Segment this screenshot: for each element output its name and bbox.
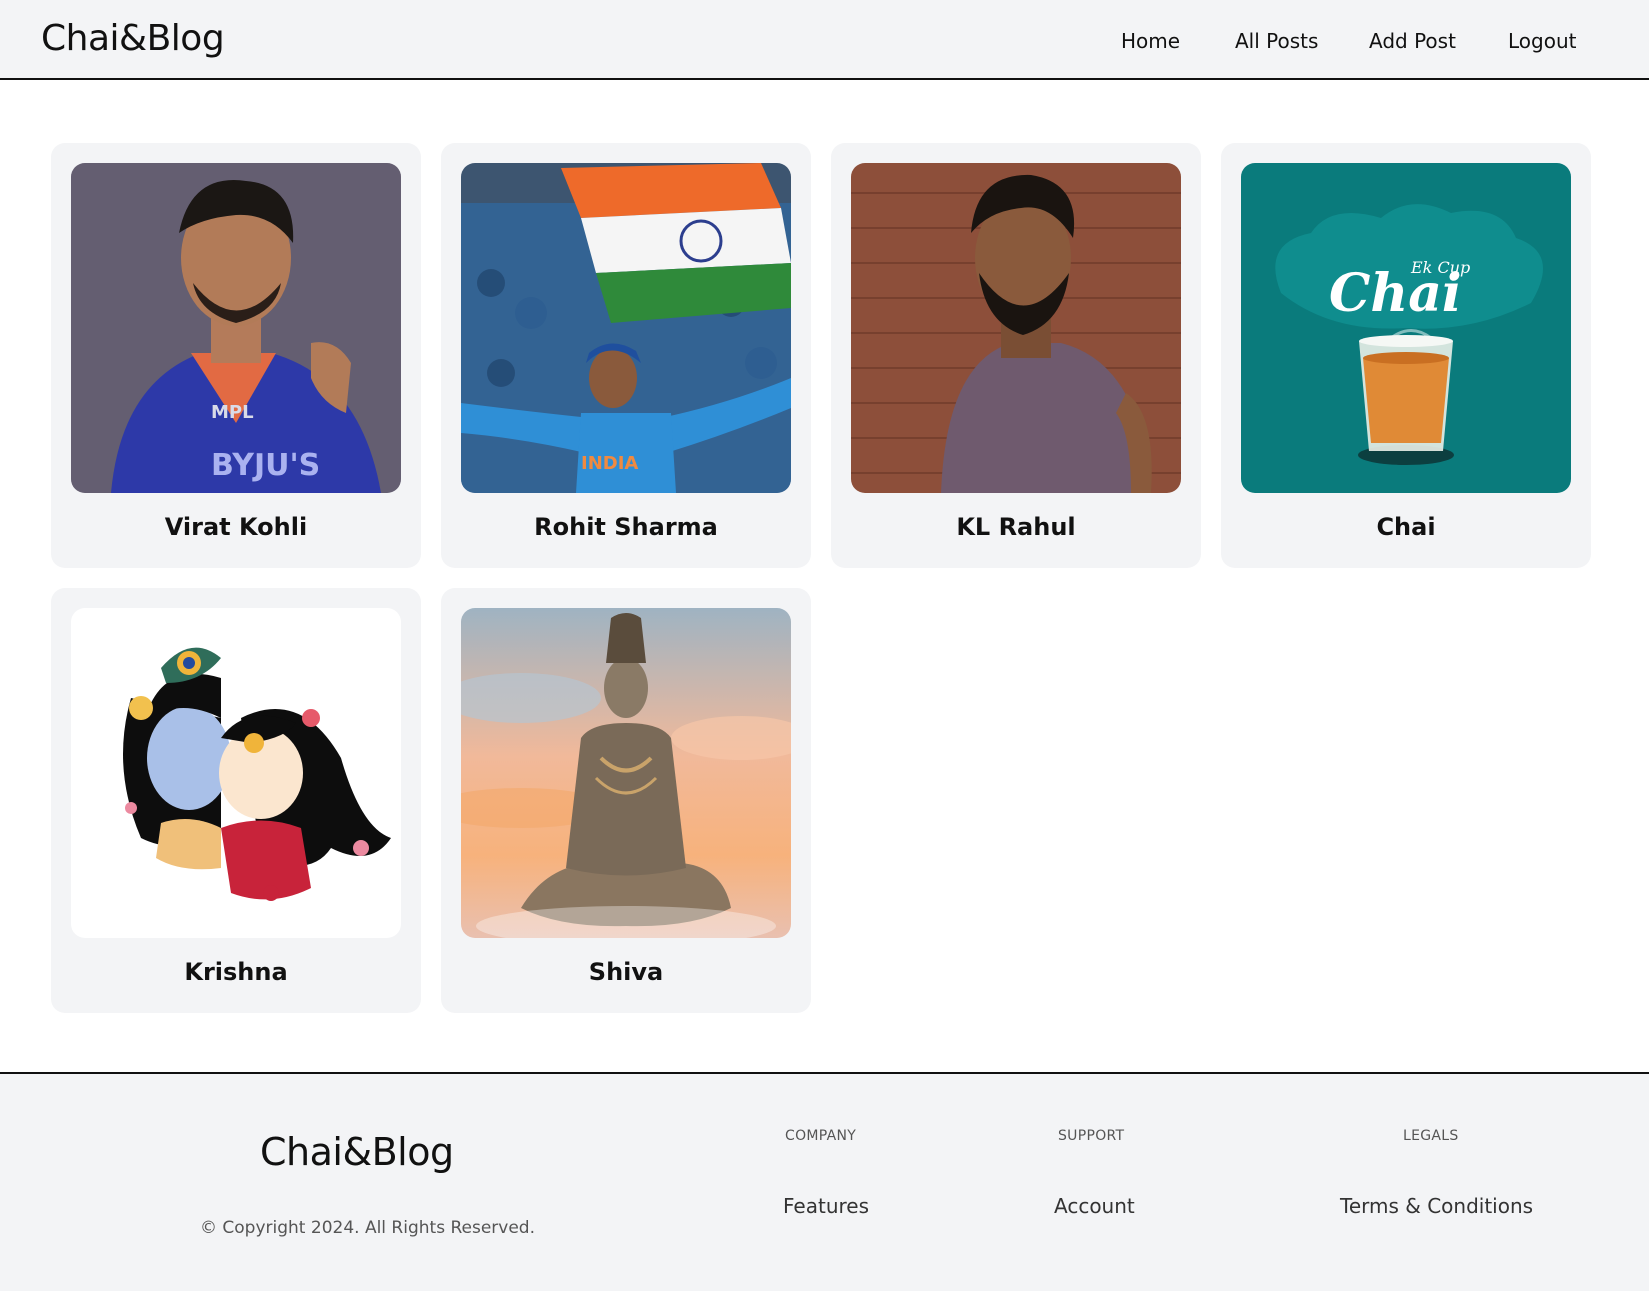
nav-all-posts-link[interactable]: All Posts <box>1235 29 1318 53</box>
post-image-chai[interactable]: Ek Cup Chai <box>1241 163 1571 493</box>
post-card[interactable]: KL Rahul <box>831 143 1201 568</box>
post-title[interactable]: Rohit Sharma <box>441 513 811 541</box>
post-card[interactable]: Shiva <box>441 588 811 1013</box>
post-title[interactable]: Krishna <box>51 958 421 986</box>
post-image-rohit-sharma[interactable]: INDIA <box>461 163 791 493</box>
post-title[interactable]: Chai <box>1221 513 1591 541</box>
nav-logout-button[interactable]: Logout <box>1508 29 1576 53</box>
post-card[interactable]: INDIA Rohit Sharma <box>441 143 811 568</box>
site-header: Chai&Blog Home All Posts Add Post Logout <box>0 0 1649 80</box>
footer-link-terms[interactable]: Terms & Conditions <box>1340 1194 1533 1218</box>
post-card[interactable]: Krishna <box>51 588 421 1013</box>
footer-link-account[interactable]: Account <box>1054 1194 1135 1218</box>
post-image-krishna[interactable] <box>71 608 401 938</box>
post-image-virat-kohli[interactable]: MPL BYJU'S <box>71 163 401 493</box>
post-image-shiva[interactable] <box>461 608 791 938</box>
svg-text:MPL: MPL <box>211 402 254 423</box>
footer-heading-legals: Legals <box>1403 1128 1459 1144</box>
svg-text:BYJU'S: BYJU'S <box>211 448 320 483</box>
post-title[interactable]: KL Rahul <box>831 513 1201 541</box>
footer-logo[interactable]: Chai&Blog <box>260 1130 454 1174</box>
post-image-kl-rahul[interactable] <box>851 163 1181 493</box>
footer-link-features[interactable]: Features <box>783 1194 869 1218</box>
nav-add-post-link[interactable]: Add Post <box>1369 29 1456 53</box>
nav-home-link[interactable]: Home <box>1121 29 1180 53</box>
footer-copyright: © Copyright 2024. All Rights Reserved. <box>200 1218 535 1238</box>
footer-heading-company: Company <box>785 1128 857 1144</box>
post-title[interactable]: Shiva <box>441 958 811 986</box>
svg-text:Chai: Chai <box>1329 263 1462 324</box>
svg-text:INDIA: INDIA <box>581 453 638 474</box>
site-footer: Chai&Blog © Copyright 2024. All Rights R… <box>0 1072 1649 1291</box>
site-logo[interactable]: Chai&Blog <box>41 18 225 59</box>
post-card[interactable]: Ek Cup Chai Chai <box>1221 143 1591 568</box>
footer-heading-support: Support <box>1058 1128 1125 1144</box>
post-title[interactable]: Virat Kohli <box>51 513 421 541</box>
post-card[interactable]: MPL BYJU'S Virat Kohli <box>51 143 421 568</box>
